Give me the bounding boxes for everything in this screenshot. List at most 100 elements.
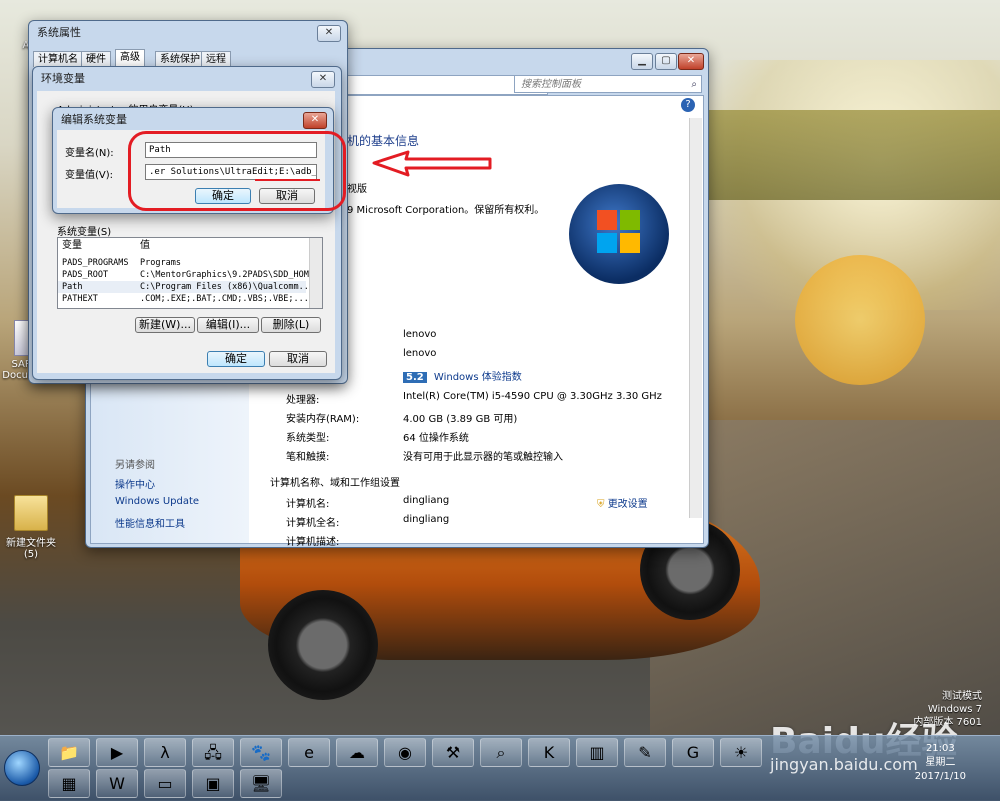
clock-date: 2017/1/10 <box>914 771 966 782</box>
table-scrollbar[interactable] <box>309 238 322 308</box>
start-button[interactable] <box>4 750 40 786</box>
windows-logo-icon <box>569 184 669 284</box>
close-button[interactable]: ✕ <box>317 25 341 42</box>
computer-name-label: 计算机名: <box>286 499 330 510</box>
window-title: 环境变量 <box>41 72 85 85</box>
pen-touch-label: 笔和触摸: <box>286 452 330 463</box>
pen-touch-value: 没有可用于此显示器的笔或触控输入 <box>403 452 563 463</box>
link-performance-tools[interactable]: 性能信息和工具 <box>115 515 185 530</box>
ram-label: 安装内存(RAM): <box>286 414 360 425</box>
shield-icon: ⛨ <box>597 499 605 510</box>
table-row[interactable]: PATHEXT .COM;.EXE;.BAT;.CMD;.VBS;.VBE;... <box>58 293 309 305</box>
weather-icon[interactable]: ☀ <box>720 738 762 767</box>
delete-variable-button[interactable]: 删除(L) <box>261 317 321 333</box>
table-row[interactable]: Path C:\Program Files (x86)\Qualcomm... <box>58 281 314 293</box>
desktop-icon-label: 新建文件夹 (5) <box>6 538 56 560</box>
experience-index[interactable]: 5.2 Windows 体验指数 <box>403 368 522 383</box>
experience-link[interactable]: Windows 体验指数 <box>434 372 522 383</box>
table-row[interactable]: PADS_PROGRAMS Programs <box>58 257 306 269</box>
variable-name-label: 变量名(N): <box>65 148 114 159</box>
processor-label: 处理器: <box>286 395 320 406</box>
chart-app-icon[interactable]: ▥ <box>576 738 618 767</box>
change-settings-label: 更改设置 <box>607 499 648 510</box>
tab-hardware[interactable]: 硬件 <box>81 51 111 67</box>
search-placeholder: 搜索控制面板 <box>521 79 581 90</box>
ram-value: 4.00 GB (3.89 GB 可用) <box>403 414 518 425</box>
clock-weekday: 星期二 <box>925 757 956 768</box>
lambda-app-icon[interactable]: λ <box>144 738 186 767</box>
close-button[interactable]: ✕ <box>678 53 704 70</box>
link-action-center[interactable]: 操作中心 <box>115 476 155 491</box>
explorer-icon[interactable]: 📁 <box>48 738 90 767</box>
cmd-icon[interactable]: ▭ <box>144 769 186 798</box>
column-header-variable: 变量 <box>62 240 82 251</box>
table-row[interactable]: PADS_ROOT C:\MentorGraphics\9.2PADS\SDD_H… <box>58 269 314 281</box>
k-app-icon[interactable]: K <box>528 738 570 767</box>
wallpaper-wheel <box>268 590 378 700</box>
annotation-arrow-icon <box>372 150 492 177</box>
office-icon[interactable]: ▦ <box>48 769 90 798</box>
computer-name-section: 计算机名称、域和工作组设置 <box>270 478 400 489</box>
see-also-heading: 另请参阅 <box>115 460 155 471</box>
computer-name-value: dingliang <box>403 495 450 506</box>
search-icon: ⌕ <box>691 79 697 90</box>
chrome-icon[interactable]: ◉ <box>384 738 426 767</box>
folder-icon <box>14 495 48 531</box>
system-clock[interactable]: 21:03 星期二 2017/1/10 <box>915 742 966 784</box>
column-header-value: 值 <box>140 240 150 251</box>
ok-button[interactable]: 确定 <box>207 351 265 367</box>
remote-desktop-icon[interactable]: ▣ <box>192 769 234 798</box>
baidu-app-icon[interactable]: 🐾 <box>240 738 282 767</box>
system-variables-label: 系统变量(S) <box>57 227 112 238</box>
copyright-text: 9 Microsoft Corporation。保留所有权利。 <box>347 205 545 216</box>
scrollbar[interactable] <box>689 118 702 518</box>
desktop-icon-new-folder[interactable]: 新建文件夹 (5) <box>0 495 62 560</box>
search-tool-icon[interactable]: ⌕ <box>480 738 522 767</box>
dialog-title: 编辑系统变量 <box>61 113 127 126</box>
search-input[interactable]: 搜索控制面板 ⌕ <box>514 75 702 93</box>
system-type-label: 系统类型: <box>286 433 330 444</box>
tool-app-icon[interactable]: ⚒ <box>432 738 474 767</box>
experience-score-badge: 5.2 <box>403 372 427 383</box>
clock-time: 21:03 <box>925 743 955 754</box>
new-variable-button[interactable]: 新建(W)... <box>135 317 195 333</box>
word-icon[interactable]: W <box>96 769 138 798</box>
close-button[interactable]: ✕ <box>303 112 327 129</box>
media-player-icon[interactable]: ▶ <box>96 738 138 767</box>
tab-system-protection[interactable]: 系统保护 <box>155 51 205 67</box>
processor-value: Intel(R) Core(TM) i5-4590 CPU @ 3.30GHz … <box>403 391 662 402</box>
wallpaper-sun <box>795 255 925 385</box>
edition-text: 视版 <box>347 184 367 195</box>
close-button[interactable]: ✕ <box>311 71 335 88</box>
computer-icon[interactable]: 🖥 <box>240 769 282 798</box>
link-windows-update[interactable]: Windows Update <box>115 496 199 507</box>
cloud-app-icon[interactable]: ☁ <box>336 738 378 767</box>
system-type-value: 64 位操作系统 <box>403 433 469 444</box>
baidu-url: jingyan.baidu.com <box>770 755 918 774</box>
manufacturer-value: lenovo <box>403 329 437 340</box>
minimize-button[interactable]: ▁ <box>631 53 653 70</box>
ie-icon[interactable]: e <box>288 738 330 767</box>
cancel-button[interactable]: 取消 <box>269 351 327 367</box>
change-settings-link[interactable]: ⛨ 更改设置 <box>597 495 648 510</box>
annotation-underline <box>255 179 320 181</box>
tab-remote[interactable]: 远程 <box>201 51 231 67</box>
computer-fullname-label: 计算机全名: <box>286 518 340 529</box>
window-title: 系统属性 <box>37 26 81 39</box>
annotation-oval <box>128 131 346 211</box>
tab-advanced[interactable]: 高级 <box>115 49 145 67</box>
wallpaper-trees <box>700 110 1000 200</box>
variable-value-label: 变量值(V): <box>65 170 114 181</box>
maximize-button[interactable]: ▢ <box>655 53 677 70</box>
g-app-icon[interactable]: G <box>672 738 714 767</box>
computer-desc-label: 计算机描述: <box>286 537 340 548</box>
system-variables-table[interactable]: 变量 值 PADS_PROGRAMS Programs PADS_ROOT C:\M… <box>57 237 323 309</box>
paint-icon[interactable]: ✎ <box>624 738 666 767</box>
page-title: 机的基本信息 <box>347 134 420 148</box>
computer-fullname-value: dingliang <box>403 514 450 525</box>
edit-variable-button[interactable]: 编辑(I)... <box>197 317 259 333</box>
help-icon[interactable]: ? <box>681 98 695 112</box>
model-value: lenovo <box>403 348 437 359</box>
network-icon[interactable]: 🖧 <box>192 738 234 767</box>
tab-computer-name[interactable]: 计算机名 <box>33 51 83 67</box>
